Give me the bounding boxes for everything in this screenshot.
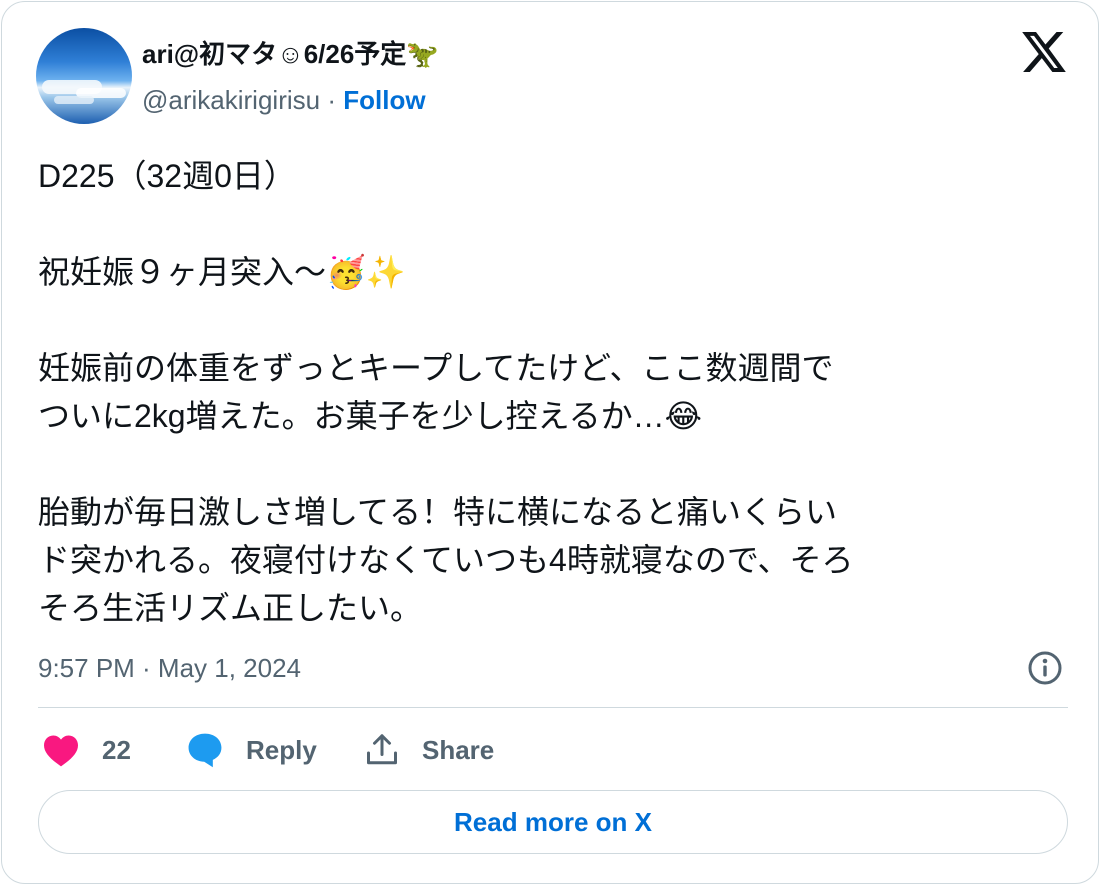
speech-bubble-icon xyxy=(186,732,224,768)
share-arrow-icon xyxy=(364,732,400,768)
like-button[interactable]: 22 xyxy=(42,730,131,770)
author-display-name[interactable]: ari@初マタ☺6/26予定🦖 xyxy=(142,38,439,70)
x-logo-icon[interactable] xyxy=(1022,32,1066,72)
reply-label: Reply xyxy=(246,734,317,765)
divider xyxy=(38,707,1068,708)
heart-icon xyxy=(42,733,80,767)
read-more-label: Read more on X xyxy=(454,806,652,837)
reply-button[interactable]: Reply xyxy=(186,730,317,770)
follow-link[interactable]: Follow xyxy=(343,85,425,115)
avatar-cloud xyxy=(54,96,94,104)
tweet-timestamp[interactable]: 9:57 PM · May 1, 2024 xyxy=(38,652,301,684)
author-handle[interactable]: @arikakirigirisu xyxy=(142,85,320,115)
author-avatar[interactable] xyxy=(36,28,132,124)
separator-dot: · xyxy=(327,85,336,115)
tweet-text: D225（32週0日） 祝妊娠９ヶ月突入〜🥳✨ 妊娠前の体重をずっとキープしてた… xyxy=(38,158,854,626)
read-more-button[interactable]: Read more on X xyxy=(38,790,1068,854)
share-button[interactable]: Share xyxy=(364,730,494,770)
display-name-text: ari@初マタ☺6/26予定 xyxy=(142,39,407,69)
info-icon[interactable] xyxy=(1026,649,1064,687)
share-label: Share xyxy=(422,734,495,765)
dinosaur-emoji: 🦖 xyxy=(406,39,439,69)
like-count: 22 xyxy=(102,734,131,765)
author-handle-row: @arikakirigirisu · Follow xyxy=(142,84,426,116)
tweet-card: ari@初マタ☺6/26予定🦖 @arikakirigirisu · Follo… xyxy=(1,1,1099,884)
